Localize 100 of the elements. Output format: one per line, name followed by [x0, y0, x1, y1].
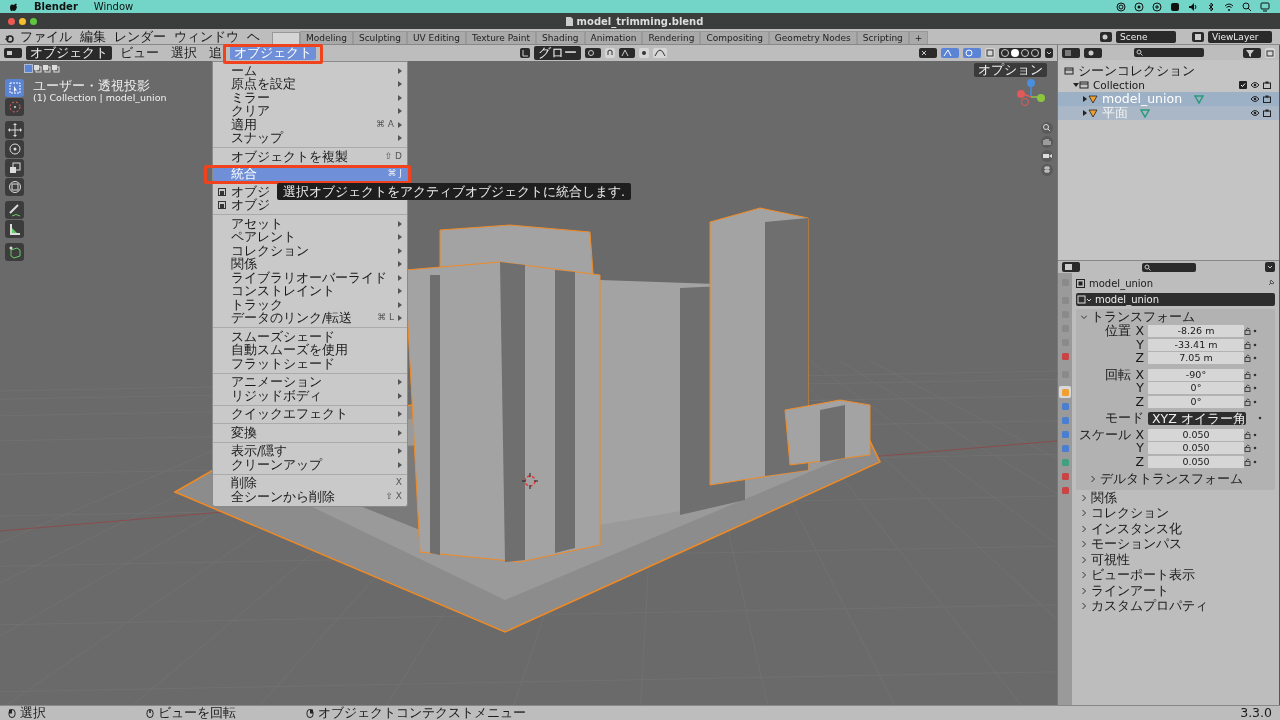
menu-item[interactable]: 関係 — [213, 257, 407, 271]
lock-icon[interactable] — [1244, 457, 1253, 466]
menu-item[interactable]: アニメーション — [213, 375, 407, 389]
top-menu-item[interactable]: レンダー — [110, 29, 170, 44]
menu-item[interactable]: コレクション — [213, 244, 407, 258]
header-menu-item[interactable]: ビュー — [116, 44, 163, 60]
app-menu[interactable]: Blender — [34, 0, 78, 13]
workspace-tab[interactable]: Animation — [584, 31, 643, 44]
eye-icon[interactable] — [1251, 109, 1259, 117]
menu-item[interactable]: 適用 ⌘ A — [213, 118, 407, 132]
number-field[interactable]: -90° — [1148, 368, 1244, 381]
subpanel-header[interactable]: デルタトランスフォーム — [1076, 471, 1275, 487]
plus-circle-icon[interactable] — [1152, 1, 1162, 12]
header-menu-item[interactable]: 追 — [205, 44, 226, 60]
expand-arrow-icon[interactable] — [1082, 110, 1088, 116]
menu-item[interactable]: クリア — [213, 104, 407, 118]
scene-field[interactable]: Scene — [1116, 30, 1176, 43]
properties-type-icon[interactable] — [1062, 262, 1080, 272]
eye-icon[interactable] — [1251, 81, 1259, 89]
mode-dropdown[interactable]: XYZ オイラー角 — [1148, 411, 1246, 425]
top-menu-item[interactable]: ファイル — [16, 29, 76, 44]
panel-header[interactable]: 関係 — [1076, 490, 1275, 506]
number-field[interactable]: 7.05 m — [1148, 352, 1244, 365]
camera-icon[interactable] — [1041, 150, 1053, 162]
outliner-row[interactable]: シーンコレクション — [1058, 64, 1279, 78]
menu-item[interactable]: 原点を設定 — [213, 77, 407, 91]
lock-icon[interactable] — [1244, 397, 1253, 406]
workspace-tab[interactable]: Geometry Nodes — [768, 31, 857, 44]
speaker-icon[interactable] — [1188, 1, 1198, 12]
options-dropdown[interactable]: オプション — [974, 63, 1047, 77]
apple-logo-icon[interactable] — [10, 1, 18, 12]
selection-mode-icon[interactable] — [51, 64, 60, 73]
workspace-tab[interactable]: Sculpting — [352, 31, 407, 44]
search-field[interactable] — [1134, 48, 1204, 57]
expand-arrow-icon[interactable] — [1082, 96, 1088, 102]
snap-target-icon[interactable] — [619, 48, 635, 58]
circles-icon[interactable] — [1116, 1, 1126, 12]
display-mode-icon[interactable] — [1084, 47, 1102, 58]
workspace-tab[interactable]: Modeling — [300, 31, 353, 44]
pin-icon[interactable] — [1267, 279, 1275, 287]
menu-item[interactable]: 削除 X — [213, 476, 407, 490]
dropdown-caret-icon[interactable] — [1265, 262, 1275, 272]
menu-item[interactable]: クリーンアップ — [213, 458, 407, 472]
shading-mode-icon[interactable] — [1000, 48, 1010, 58]
number-field[interactable]: -8.26 m — [1148, 325, 1244, 338]
menu-item[interactable]: 自動スムーズを使用 — [213, 343, 407, 357]
filter-icon[interactable] — [1243, 47, 1261, 58]
outliner-row[interactable]: Collection — [1058, 78, 1279, 92]
new-collection-icon[interactable] — [1265, 47, 1275, 58]
menu-item[interactable]: クイックエフェクト — [213, 407, 407, 421]
number-field[interactable]: 0.050 — [1148, 442, 1244, 455]
tool-button[interactable] — [5, 121, 24, 139]
panel-header[interactable]: ラインアート — [1076, 583, 1275, 599]
menu-item[interactable]: アセット — [213, 217, 407, 231]
menu-item[interactable]: コンストレイント — [213, 284, 407, 298]
top-menu-item[interactable]: ウィンドウ — [170, 29, 243, 44]
blender-logo-icon[interactable] — [4, 34, 16, 44]
tool-button[interactable] — [5, 178, 24, 196]
wifi-icon[interactable] — [1224, 1, 1234, 12]
orientation-dropdown[interactable]: グロー — [534, 46, 581, 60]
number-field[interactable]: 0.050 — [1148, 455, 1244, 468]
shading-mode-icon[interactable] — [1030, 48, 1040, 58]
panel-header[interactable]: 可視性 — [1076, 552, 1275, 568]
xray-toggle-icon[interactable] — [985, 48, 995, 58]
camera-icon[interactable] — [1263, 81, 1271, 89]
menu-item[interactable]: オブジ — [213, 198, 275, 212]
dropdown-caret-icon[interactable] — [1045, 48, 1053, 58]
lock-icon[interactable] — [1244, 354, 1253, 363]
panel-header[interactable]: モーションパス — [1076, 536, 1275, 552]
lock-icon[interactable] — [1244, 384, 1253, 393]
display-icon[interactable] — [1260, 1, 1270, 12]
lock-icon[interactable] — [1244, 340, 1253, 349]
top-menu-item[interactable]: 編集 — [76, 29, 110, 44]
view-layer-field[interactable]: ViewLayer — [1208, 30, 1272, 43]
app-status-icon[interactable] — [1170, 1, 1180, 12]
menu-item[interactable]: データのリンク/転送 ⌘ L — [213, 311, 407, 325]
gizmo-toggle-icon[interactable] — [941, 48, 959, 58]
menu-item[interactable]: フラットシェード — [213, 357, 407, 371]
top-menu-item[interactable]: ヘ — [243, 29, 264, 44]
magnet-icon[interactable] — [605, 48, 615, 58]
menu-bar-item[interactable]: Window — [93, 0, 134, 13]
shading-mode-icon[interactable] — [1020, 48, 1030, 58]
axis-gizmo-icon[interactable] — [1017, 79, 1045, 106]
search-icon[interactable] — [1242, 1, 1252, 12]
menu-item[interactable]: オブジ — [213, 185, 275, 199]
number-field[interactable]: 0° — [1148, 395, 1244, 408]
workspace-tab[interactable]: Shading — [536, 31, 585, 44]
scene-icon[interactable] — [1100, 31, 1112, 42]
menu-item[interactable]: ミラー — [213, 91, 407, 105]
zoom-icon[interactable] — [1041, 122, 1053, 134]
lock-icon[interactable] — [1244, 327, 1253, 336]
expand-arrow-icon[interactable] — [1073, 82, 1079, 88]
tool-button[interactable] — [5, 220, 24, 238]
editor-type-icon[interactable] — [4, 48, 22, 58]
panel-header[interactable]: トランスフォーム — [1076, 309, 1275, 325]
menu-item[interactable]: スムーズシェード — [213, 330, 407, 344]
menu-item[interactable]: ライブラリオーバーライド — [213, 271, 407, 285]
menu-item[interactable]: 変換 — [213, 426, 407, 440]
3d-cursor-icon[interactable] — [521, 472, 539, 490]
number-field[interactable]: 0.050 — [1148, 428, 1244, 441]
